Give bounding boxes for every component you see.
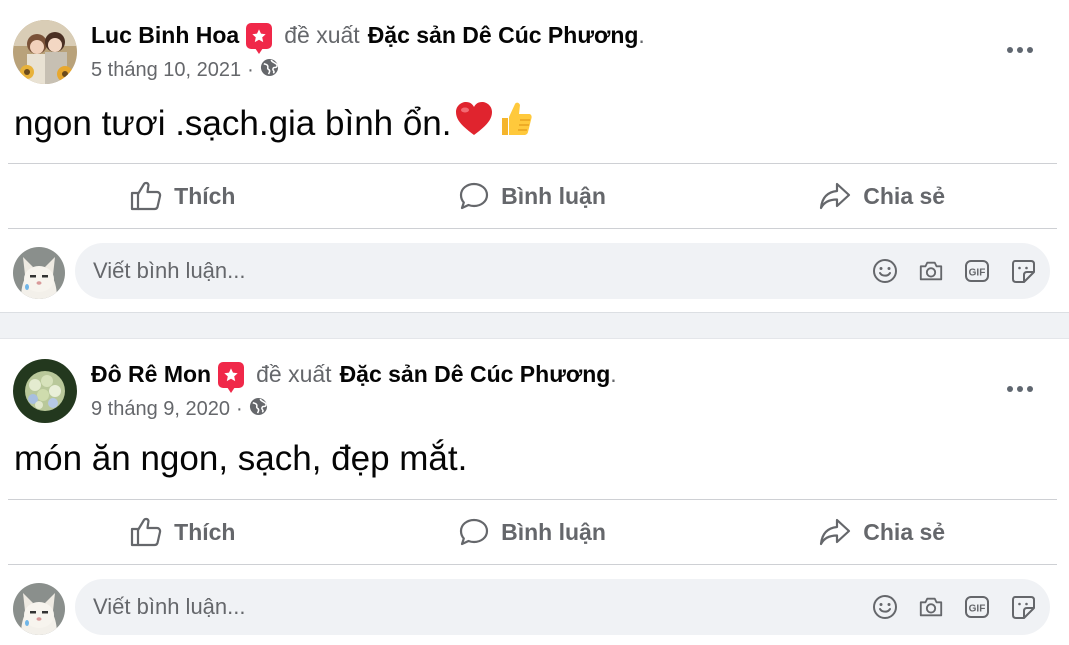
post-card: Đô Rê Mon đề xuất Đặc sản Dê Cúc Phương … xyxy=(0,339,1069,645)
page-name-link[interactable]: Đặc sản Dê Cúc Phương xyxy=(368,22,639,49)
post-card: Luc Binh Hoa đề xuất Đặc sản Dê Cúc Phươ… xyxy=(0,0,1069,312)
comment-icons: GIF xyxy=(872,579,1036,635)
emoji-icon[interactable] xyxy=(872,594,898,620)
comment-composer: GIF xyxy=(0,579,1069,639)
page-name-link[interactable]: Đặc sản Dê Cúc Phương xyxy=(340,361,611,388)
share-label: Chia sẻ xyxy=(863,182,946,209)
comment-input[interactable] xyxy=(93,594,793,620)
camera-icon[interactable] xyxy=(918,258,944,284)
svg-text:GIF: GIF xyxy=(969,604,986,615)
comment-bubble-icon xyxy=(459,517,489,547)
recommend-badge-icon xyxy=(218,361,245,393)
divider xyxy=(8,564,1057,565)
sticker-icon[interactable] xyxy=(1010,258,1036,284)
share-arrow-icon xyxy=(819,182,851,210)
sticker-icon[interactable] xyxy=(1010,594,1036,620)
author-name[interactable]: Đô Rê Mon xyxy=(91,361,211,388)
heart-emoji-icon xyxy=(454,101,494,146)
gif-icon[interactable]: GIF xyxy=(964,258,990,284)
suggest-label: đề xuất xyxy=(284,22,360,48)
current-user-avatar[interactable] xyxy=(13,247,65,299)
meta-separator: · xyxy=(247,59,254,81)
thumbs-up-emoji-icon xyxy=(496,100,534,147)
comment-button[interactable]: Bình luận xyxy=(358,500,708,564)
comment-bubble-icon xyxy=(459,181,489,211)
like-label: Thích xyxy=(174,182,236,209)
share-label: Chia sẻ xyxy=(863,518,946,545)
post-text: món ăn ngon, sạch, đẹp mắt. xyxy=(14,439,468,478)
comment-composer: GIF xyxy=(0,243,1069,303)
like-label: Thích xyxy=(174,518,236,545)
share-button[interactable]: Chia sẻ xyxy=(707,164,1057,228)
post-meta: 5 tháng 10, 2021 · xyxy=(91,58,279,83)
period: . xyxy=(610,361,617,387)
globe-icon xyxy=(249,397,268,422)
author-line: Luc Binh Hoa đề xuất Đặc sản Dê Cúc Phươ… xyxy=(91,22,645,54)
suggest-label: đề xuất xyxy=(256,361,332,387)
like-button[interactable]: Thích xyxy=(8,500,358,564)
author-avatar[interactable] xyxy=(13,359,77,423)
more-options-icon[interactable] xyxy=(1003,375,1037,403)
recommend-badge-icon xyxy=(246,22,273,54)
post-date[interactable]: 9 tháng 9, 2020 xyxy=(91,398,230,421)
post-text-row: ngon tươi .sạch.gia bình ổn. xyxy=(14,100,534,147)
comment-box: GIF xyxy=(75,243,1050,299)
post-date[interactable]: 5 tháng 10, 2021 xyxy=(91,59,241,82)
post-actions: Thích Bình luận Chia sẻ xyxy=(8,164,1057,228)
thumbs-up-icon xyxy=(130,181,162,211)
post-text: ngon tươi .sạch.gia bình ổn. xyxy=(14,103,452,143)
comment-box: GIF xyxy=(75,579,1050,635)
author-avatar[interactable] xyxy=(13,20,77,84)
thumbs-up-icon xyxy=(130,517,162,547)
divider xyxy=(8,228,1057,229)
comment-input[interactable] xyxy=(93,258,793,284)
svg-text:GIF: GIF xyxy=(969,268,986,279)
meta-separator: · xyxy=(236,398,243,420)
share-button[interactable]: Chia sẻ xyxy=(707,500,1057,564)
author-line: Đô Rê Mon đề xuất Đặc sản Dê Cúc Phương … xyxy=(91,361,617,393)
share-arrow-icon xyxy=(819,518,851,546)
author-name[interactable]: Luc Binh Hoa xyxy=(91,22,239,49)
comment-label: Bình luận xyxy=(501,518,606,545)
comment-icons: GIF xyxy=(872,243,1036,299)
like-button[interactable]: Thích xyxy=(8,164,358,228)
post-actions: Thích Bình luận Chia sẻ xyxy=(8,500,1057,564)
post-text-row: món ăn ngon, sạch, đẹp mắt. xyxy=(14,439,467,479)
globe-icon xyxy=(260,58,279,83)
period: . xyxy=(638,22,645,48)
more-options-icon[interactable] xyxy=(1003,36,1037,64)
comment-button[interactable]: Bình luận xyxy=(358,164,708,228)
camera-icon[interactable] xyxy=(918,594,944,620)
feed-separator xyxy=(0,312,1069,339)
post-meta: 9 tháng 9, 2020 · xyxy=(91,397,268,422)
current-user-avatar[interactable] xyxy=(13,583,65,635)
comment-label: Bình luận xyxy=(501,182,606,209)
emoji-icon[interactable] xyxy=(872,258,898,284)
gif-icon[interactable]: GIF xyxy=(964,594,990,620)
